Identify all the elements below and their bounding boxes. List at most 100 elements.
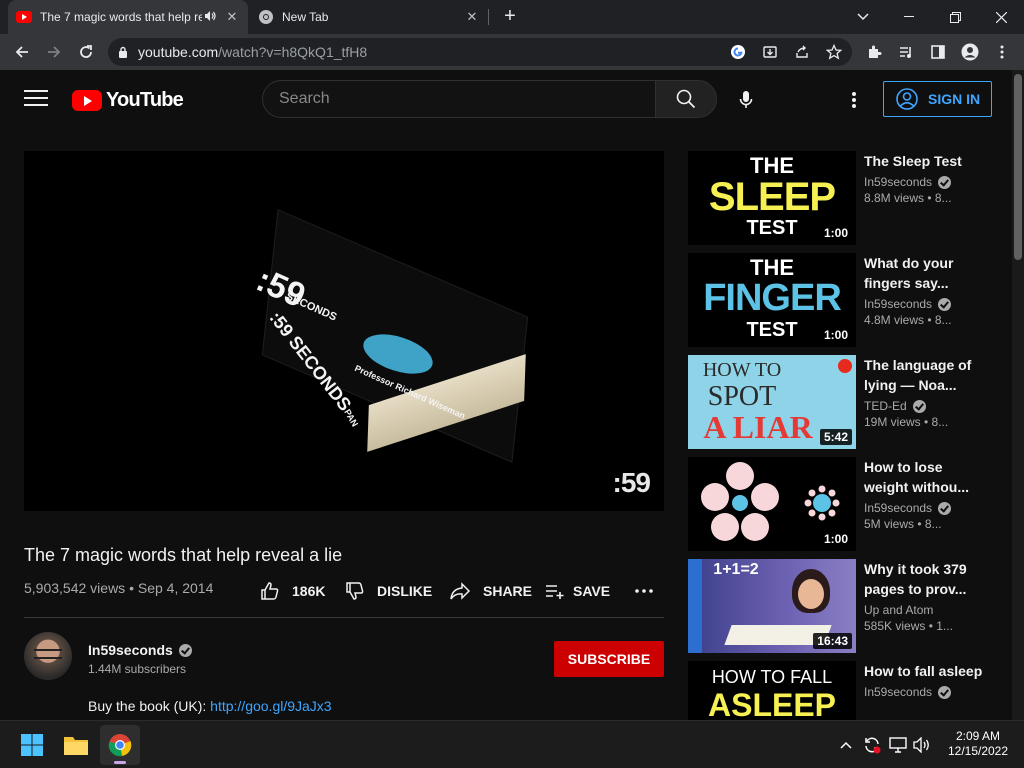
show-hidden-icons-icon[interactable]: [836, 735, 856, 755]
verified-badge-icon: [912, 399, 926, 413]
dislike-label: DISLIKE: [377, 583, 433, 599]
channel-name: Up and Atom: [864, 603, 934, 617]
new-tab-button[interactable]: +: [498, 5, 522, 29]
video-thumbnail[interactable]: THE SLEEP TEST 1:00: [688, 151, 856, 245]
recommended-meta: 585K views • 1...: [864, 619, 953, 633]
share-arrow-icon: [449, 582, 471, 600]
search-icon: [676, 89, 696, 109]
restore-button[interactable]: [932, 0, 978, 34]
recommended-channel: TED-Ed: [864, 399, 988, 413]
close-tab-icon[interactable]: ✕: [224, 9, 240, 25]
settings-menu-icon[interactable]: [842, 88, 866, 112]
video-info: The Sleep Test In59seconds 8.8M views • …: [864, 151, 988, 205]
share-button[interactable]: SHARE: [449, 580, 532, 602]
recommended-title[interactable]: The language of lying — Noa...: [864, 355, 988, 395]
recommended-meta: 5M views • 8...: [864, 517, 942, 531]
thumbs-down-icon: [345, 581, 365, 601]
start-button[interactable]: [12, 725, 52, 765]
video-thumbnail[interactable]: 1:00: [688, 457, 856, 551]
network-icon[interactable]: [888, 735, 908, 755]
dislike-button[interactable]: DISLIKE: [345, 580, 432, 602]
recommended-video[interactable]: THE FINGER TEST 1:00 What do your finger…: [688, 253, 1008, 347]
recommended-title[interactable]: How to lose weight withou...: [864, 457, 988, 497]
verified-badge-icon: [938, 501, 952, 515]
share-label: SHARE: [483, 583, 533, 599]
share-page-icon[interactable]: [792, 42, 812, 62]
search-input[interactable]: [279, 90, 655, 108]
video-player[interactable]: :59 SECONDS :59 SECONDS Professor Richar…: [24, 151, 664, 511]
thumbs-up-icon: [260, 581, 280, 601]
sync-icon[interactable]: [862, 735, 882, 755]
channel-name: TED-Ed: [864, 399, 907, 413]
recommended-channel: In59seconds: [864, 297, 988, 311]
hamburger-menu-icon[interactable]: [24, 90, 48, 108]
url-host: youtube.com: [138, 44, 219, 60]
recommended-video[interactable]: HOW TO FALL ASLEEP How to fall asleep In…: [688, 661, 1008, 720]
recommended-video[interactable]: 1:00 How to lose weight withou... In59se…: [688, 457, 1008, 551]
video-thumbnail[interactable]: HOW TO FALL ASLEEP: [688, 661, 856, 720]
recommended-video[interactable]: HOW TO SPOT A LIAR 5:42 The language of …: [688, 355, 1008, 449]
save-button[interactable]: SAVE: [545, 580, 610, 602]
volume-icon[interactable]: [912, 735, 932, 755]
minimize-button[interactable]: [886, 0, 932, 34]
recommended-video[interactable]: THE SLEEP TEST 1:00 The Sleep Test In59s…: [688, 151, 1008, 245]
channel-name: In59seconds: [864, 685, 933, 699]
thumbnail-text: FINGER: [703, 277, 842, 319]
youtube-play-logo-icon: [72, 89, 102, 111]
tab-search-icon[interactable]: [840, 0, 886, 34]
windows-logo-icon: [21, 734, 43, 756]
verified-badge-icon: [938, 175, 952, 189]
video-info: How to lose weight withou... In59seconds…: [864, 457, 988, 531]
video-thumbnail[interactable]: 1+1=2 16:43: [688, 559, 856, 653]
subscribe-button[interactable]: SUBSCRIBE: [554, 641, 664, 677]
chrome-menu-icon[interactable]: [992, 42, 1012, 62]
recommended-title[interactable]: What do your fingers say...: [864, 253, 988, 293]
like-button[interactable]: 186K: [260, 580, 325, 602]
scrollbar-thumb[interactable]: [1014, 74, 1022, 260]
install-app-icon[interactable]: [760, 42, 780, 62]
taskbar-clock[interactable]: 2:09 AM 12/15/2022: [940, 729, 1016, 759]
sign-in-label: SIGN IN: [928, 91, 981, 107]
reload-button[interactable]: [72, 38, 100, 66]
more-horizontal-icon: [635, 589, 653, 593]
tab-separator: [488, 9, 489, 25]
url-path: /watch?v=h8QkQ1_tfH8: [218, 44, 368, 60]
browser-toolbar: youtube.com/watch?v=h8QkQ1_tfH8: [0, 34, 1024, 70]
video-thumbnail[interactable]: HOW TO SPOT A LIAR 5:42: [688, 355, 856, 449]
google-icon[interactable]: [728, 42, 748, 62]
search-button[interactable]: [655, 80, 717, 118]
verified-badge-icon: [938, 297, 952, 311]
media-control-icon[interactable]: [896, 42, 916, 62]
extensions-icon[interactable]: [864, 42, 884, 62]
recommended-title[interactable]: Why it took 379 pages to prov...: [864, 559, 988, 599]
video-thumbnail[interactable]: THE FINGER TEST 1:00: [688, 253, 856, 347]
tab-new-tab[interactable]: New Tab ✕: [250, 0, 488, 34]
tab-youtube[interactable]: The 7 magic words that help reveal a lie…: [8, 0, 248, 34]
voice-search-button[interactable]: [726, 80, 766, 120]
channel-name-link[interactable]: In59seconds: [88, 642, 192, 658]
recommended-meta: 4.8M views • 8...: [864, 313, 952, 327]
youtube-logo[interactable]: YouTube: [72, 88, 184, 112]
profile-icon[interactable]: [960, 42, 980, 62]
forward-button[interactable]: [40, 38, 68, 66]
close-window-button[interactable]: [978, 0, 1024, 34]
recommended-meta: 19M views • 8...: [864, 415, 949, 429]
back-button[interactable]: [8, 38, 36, 66]
description-link[interactable]: http://goo.gl/9JaJx3: [210, 698, 331, 714]
more-actions-button[interactable]: [635, 580, 653, 602]
chrome-taskbar-button[interactable]: [100, 725, 140, 765]
recommended-title[interactable]: How to fall asleep: [864, 661, 988, 681]
bookmark-star-icon[interactable]: [824, 42, 844, 62]
sign-in-button[interactable]: SIGN IN: [883, 81, 992, 117]
recommended-video[interactable]: 1+1=2 16:43 Why it took 379 pages to pro…: [688, 559, 1008, 653]
close-tab-icon[interactable]: ✕: [464, 9, 480, 25]
ted-logo-icon: [838, 359, 852, 373]
page-scrollbar[interactable]: [1012, 70, 1024, 720]
clock-time: 2:09 AM: [955, 729, 1001, 743]
thumbnail-text: ASLEEP: [707, 687, 837, 720]
channel-avatar[interactable]: [24, 632, 72, 680]
side-panel-icon[interactable]: [928, 42, 948, 62]
speaker-icon[interactable]: [202, 10, 218, 25]
recommended-title[interactable]: The Sleep Test: [864, 151, 988, 171]
file-explorer-button[interactable]: [56, 725, 96, 765]
